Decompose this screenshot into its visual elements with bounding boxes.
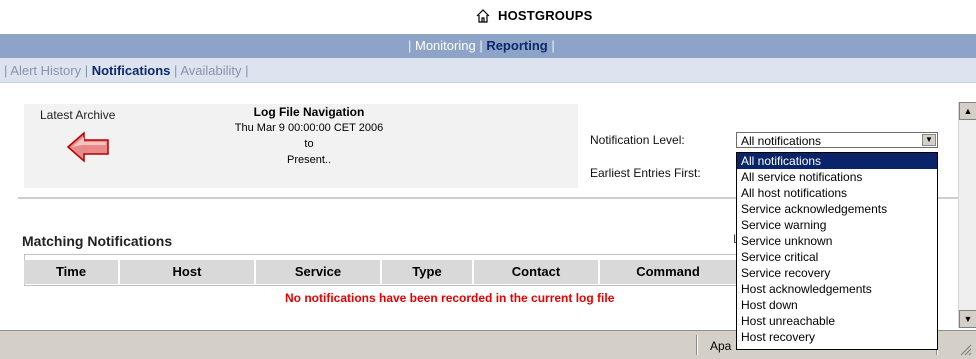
chevron-down-icon[interactable]: ▼ <box>922 134 936 146</box>
scroll-up-icon[interactable]: ▲ <box>959 102 976 120</box>
notification-level-dropdown[interactable]: All notifications All service notificati… <box>736 152 938 350</box>
header-title-group: HOSTGROUPS <box>476 8 592 23</box>
dropdown-option[interactable]: Service unknown <box>737 233 937 249</box>
sub-nav-items: | Alert History | Notifications | Availa… <box>4 63 249 78</box>
column-header-contact: Contact <box>472 260 598 284</box>
dropdown-option[interactable]: Service warning <box>737 217 937 233</box>
notification-level-value: All notifications <box>741 134 822 148</box>
nav-separator: | <box>408 38 415 53</box>
header-bar: HOSTGROUPS <box>0 0 976 35</box>
nav-monitoring-link[interactable]: Monitoring <box>415 38 476 53</box>
dropdown-option[interactable]: All service notifications <box>737 169 937 185</box>
sub-nav-separator: | <box>81 63 92 78</box>
dropdown-option[interactable]: Host unreachable <box>737 313 937 329</box>
column-header-type: Type <box>380 260 472 284</box>
nav-reporting-link[interactable]: Reporting <box>486 38 547 53</box>
resize-grip-icon[interactable] <box>958 342 972 356</box>
sub-nav-availability[interactable]: Availability <box>180 63 241 78</box>
dropdown-option[interactable]: Host acknowledgements <box>737 281 937 297</box>
table-header: Time Host Service Type Contact Command <box>24 260 736 284</box>
status-divider <box>696 335 698 355</box>
left-arrow-icon[interactable] <box>66 130 112 167</box>
page-title: HOSTGROUPS <box>498 8 593 23</box>
dropdown-option[interactable]: Host recovery <box>737 329 937 345</box>
sub-nav-alert-history[interactable]: Alert History <box>10 63 81 78</box>
sub-nav: | Alert History | Notifications | Availa… <box>0 58 976 83</box>
sub-nav-separator: | <box>170 63 181 78</box>
log-file-navigation: Log File Navigation Thu Mar 9 00:00:00 C… <box>194 104 424 168</box>
dropdown-option[interactable]: All notifications <box>737 153 937 169</box>
dropdown-option[interactable]: Service critical <box>737 249 937 265</box>
earliest-first-label: Earliest Entries First: <box>590 166 701 180</box>
log-nav-from: Thu Mar 9 00:00:00 CET 2006 <box>234 122 384 134</box>
empty-message: No notifications have been recorded in t… <box>285 291 615 305</box>
notification-level-label: Notification Level: <box>590 133 685 147</box>
vertical-scrollbar[interactable]: ▲ ▼ <box>958 102 976 328</box>
nav-separator: | <box>547 38 555 53</box>
column-header-time: Time <box>24 260 118 284</box>
latest-archive-label: Latest Archive <box>40 108 116 122</box>
column-header-host: Host <box>118 260 254 284</box>
log-nav-to: to <box>304 138 314 150</box>
main-nav-items: | Monitoring | Reporting | <box>408 38 555 53</box>
sub-nav-separator: | <box>241 63 249 78</box>
nav-separator: | <box>475 38 487 53</box>
log-nav-until: Present.. <box>286 154 332 166</box>
notification-level-select[interactable]: All notifications ▼ <box>736 132 938 148</box>
column-header-command: Command <box>598 260 736 284</box>
matching-notifications-title: Matching Notifications <box>22 233 173 249</box>
status-text: Apa <box>710 339 732 353</box>
dropdown-option[interactable]: Service recovery <box>737 265 937 281</box>
dropdown-option[interactable]: Host down <box>737 297 937 313</box>
dropdown-option[interactable]: All host notifications <box>737 185 937 201</box>
home-icon[interactable] <box>476 8 490 23</box>
sub-nav-notifications[interactable]: Notifications <box>92 63 171 78</box>
main-nav: | Monitoring | Reporting | <box>0 34 976 59</box>
column-header-service: Service <box>254 260 380 284</box>
scroll-down-icon[interactable]: ▼ <box>959 310 976 328</box>
log-nav-title: Log File Navigation <box>253 105 365 119</box>
archive-panel: Latest Archive Log File Navigation Thu M… <box>24 104 578 188</box>
dropdown-option[interactable]: Service acknowledgements <box>737 201 937 217</box>
